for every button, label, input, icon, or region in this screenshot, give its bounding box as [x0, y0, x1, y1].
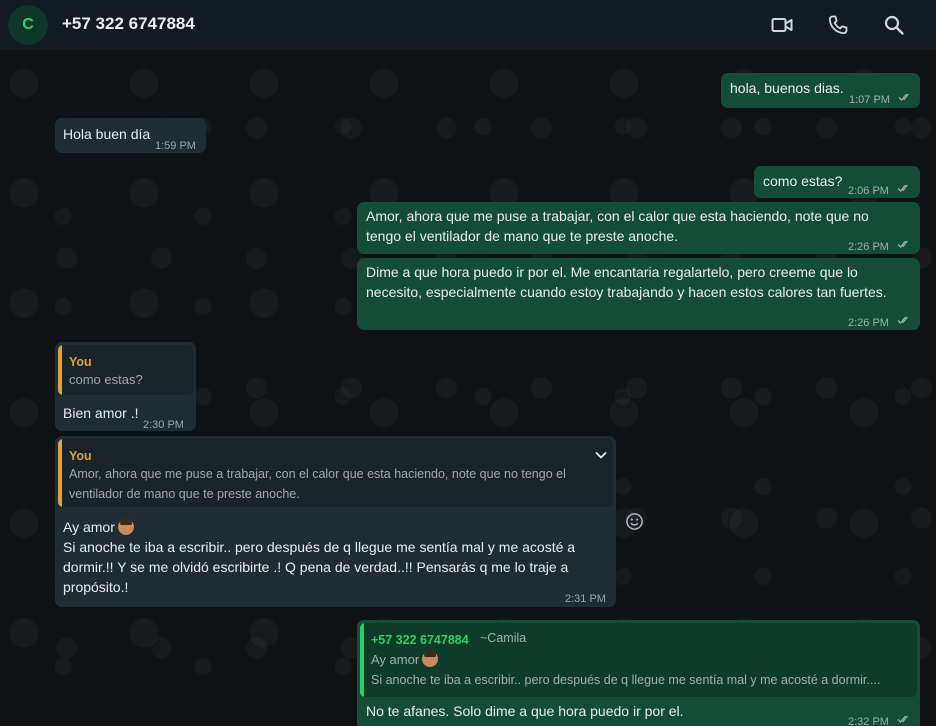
- quote-author: +57 322 6747884: [371, 633, 469, 647]
- message-outgoing-reply[interactable]: +57 322 6747884 ~Camila Ay amor Si anoch…: [357, 620, 920, 726]
- message-list[interactable]: hola, buenos dias. 1:07 PM Hola buen día…: [0, 50, 936, 726]
- quote-bar: [58, 439, 62, 507]
- quote-text-line: Si anoche te iba a escribir.. pero despu…: [371, 673, 881, 687]
- message-text: No te afanes. Solo dime a que hora puedo…: [366, 703, 684, 719]
- message-text-line: Si anoche te iba a escribir.. pero despu…: [63, 539, 576, 555]
- message-time: 2:30 PM: [143, 419, 184, 431]
- message-text: Hola buen día: [63, 126, 151, 142]
- double-check-icon: [897, 316, 908, 324]
- quote-author: You: [69, 449, 92, 463]
- chevron-down-icon[interactable]: [593, 447, 609, 463]
- search-icon[interactable]: [882, 13, 906, 37]
- message-incoming-reply[interactable]: You como estas? Bien amor .! 2:30 PM: [55, 342, 196, 431]
- message-outgoing[interactable]: Amor, ahora que me puse a trabajar, con …: [357, 202, 920, 254]
- message-text-line: necesito, especialmente cuando estoy tra…: [366, 284, 887, 300]
- message-outgoing[interactable]: hola, buenos dias. 1:07 PM: [721, 73, 920, 108]
- quote-text-line-content: Ay amor: [371, 652, 420, 667]
- double-check-icon: [897, 715, 908, 723]
- quote-text-line: Ay amor: [371, 650, 439, 670]
- chat-header: C +57 322 6747884: [0, 0, 936, 50]
- message-time: 2:31 PM: [565, 593, 606, 605]
- message-text: como estas?: [763, 173, 843, 189]
- quote-text: como estas?: [69, 372, 143, 387]
- message-time: 2:26 PM: [848, 241, 889, 253]
- message-time: 1:07 PM: [849, 94, 890, 106]
- double-check-icon: [897, 240, 908, 248]
- avatar[interactable]: C: [8, 5, 48, 45]
- message-text-line: Dime a que hora puedo ir por el. Me enca…: [366, 264, 858, 280]
- message-time: 2:06 PM: [848, 185, 889, 197]
- message-time: 2:32 PM: [848, 716, 889, 726]
- contact-name[interactable]: +57 322 6747884: [62, 14, 195, 34]
- quote-bar: [360, 623, 364, 697]
- quote-bar: [58, 345, 62, 395]
- video-call-icon[interactable]: [770, 13, 794, 37]
- message-text-line: propósito.!: [63, 579, 129, 595]
- person-emoji: [422, 650, 439, 667]
- message-outgoing[interactable]: como estas? 2:06 PM: [754, 166, 920, 198]
- message-incoming[interactable]: Hola buen día 1:59 PM: [55, 118, 206, 153]
- message-outgoing[interactable]: Dime a que hora puedo ir por el. Me enca…: [357, 258, 920, 330]
- message-time: 2:26 PM: [848, 317, 889, 329]
- quoted-message[interactable]: You Amor, ahora que me puse a trabajar, …: [58, 439, 613, 507]
- message-incoming-reply[interactable]: You Amor, ahora que me puse a trabajar, …: [55, 436, 616, 607]
- message-text-line: Amor, ahora que me puse a trabajar, con …: [366, 208, 869, 224]
- message-text: Bien amor .!: [63, 405, 139, 421]
- message-text-line: dormir.!! Y se me olvidó escribirte .! Q…: [63, 559, 569, 575]
- message-text-line-content: Ay amor: [63, 519, 115, 535]
- quote-text-line: ventilador de mano que te preste anoche.: [69, 487, 300, 501]
- message-text-line: Ay amor: [63, 517, 134, 537]
- message-text-line: tengo el ventilador de mano que te prest…: [366, 228, 679, 244]
- quote-author: You: [69, 355, 92, 369]
- quote-author-name: ~Camila: [480, 631, 527, 645]
- voice-call-icon[interactable]: [826, 13, 850, 37]
- quote-text-line: Amor, ahora que me puse a trabajar, con …: [69, 467, 566, 481]
- double-check-icon: [898, 93, 909, 101]
- message-time: 1:59 PM: [155, 140, 196, 152]
- quoted-message[interactable]: You como estas?: [58, 345, 193, 395]
- quoted-message[interactable]: +57 322 6747884 ~Camila Ay amor Si anoch…: [360, 623, 917, 697]
- message-text: hola, buenos dias.: [730, 80, 844, 96]
- double-check-icon: [897, 184, 908, 192]
- person-emoji: [117, 518, 134, 535]
- emoji-react-icon[interactable]: [625, 512, 644, 531]
